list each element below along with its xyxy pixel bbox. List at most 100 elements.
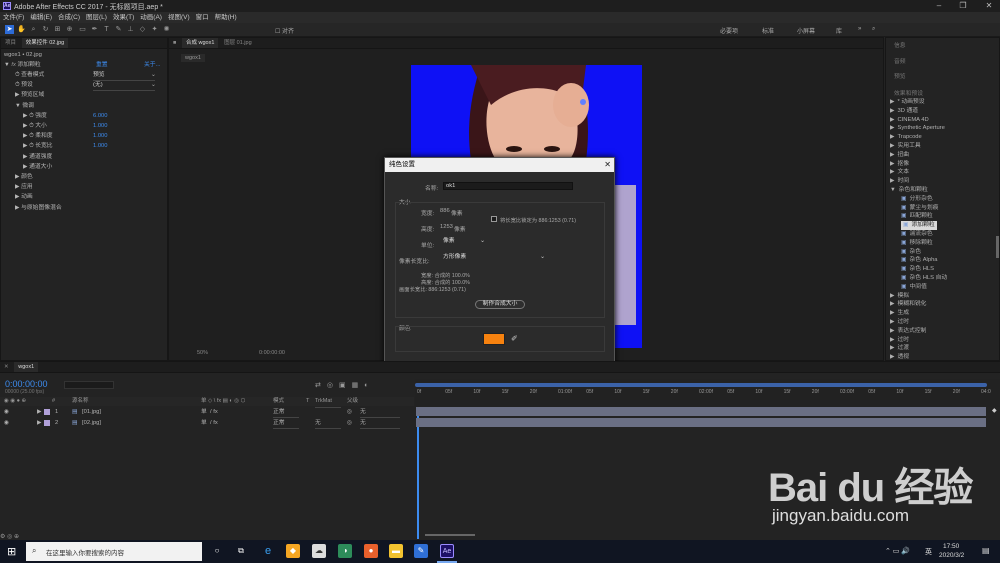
effects-tree-item[interactable]: ▣ 杂色 HLS 自动 (901, 274, 947, 283)
pen-tool-icon[interactable]: ✒ (90, 25, 99, 34)
file-explorer-icon[interactable]: ▬ (389, 544, 403, 558)
work-area-bar[interactable] (415, 383, 987, 387)
close-icon[interactable]: ✕ (0, 362, 13, 372)
effect-row[interactable]: ▶ 与原始图像混合 (1, 204, 166, 213)
workspace-standard[interactable]: 标准 (762, 26, 774, 35)
expand-icon[interactable]: ▶ (37, 407, 41, 417)
roto-tool-icon[interactable]: ✦ (150, 25, 159, 34)
lock-aspect-checkbox[interactable] (491, 216, 497, 222)
close-icon[interactable]: ✕ (982, 1, 996, 11)
composition-subtab[interactable]: wgox1 (181, 54, 205, 62)
effects-tree-item[interactable]: ▣ 中间值 (901, 283, 927, 292)
workspace-essentials[interactable]: 必要项 (720, 26, 738, 35)
units-select[interactable]: 像素 ⌄ (441, 238, 487, 246)
height-value[interactable]: 1253 (440, 224, 453, 230)
comp-timecode[interactable]: 0:00:00:00 (259, 350, 285, 356)
effect-row-value[interactable]: 6.000 (93, 112, 108, 121)
eyedropper-icon[interactable]: ✐ (511, 334, 518, 343)
after-effects-taskbar-icon[interactable]: Ae (440, 544, 454, 558)
edge-icon[interactable]: e (261, 544, 275, 558)
ime-indicator[interactable]: 英 (925, 547, 932, 557)
effect-row-value[interactable]: 1.000 (93, 142, 108, 151)
effect-row[interactable]: ▶ 通道大小 (1, 163, 166, 172)
effects-tree-item[interactable]: ▶ Trapcode (890, 133, 922, 142)
menu-item[interactable]: 图层(L) (83, 12, 110, 23)
effect-row[interactable]: ⏱ 查看模式 预览 ⌄ (1, 71, 166, 81)
menu-item[interactable]: 文件(F) (0, 12, 27, 23)
chevron-down-icon[interactable]: ⌄ (151, 71, 156, 80)
effects-tree-item[interactable]: ▣ 添加颗粒 (901, 221, 937, 230)
menu-item[interactable]: 合成(C) (55, 12, 83, 23)
layer-bar-2[interactable] (416, 418, 986, 427)
app-icon-grey[interactable]: ☁ (312, 544, 326, 558)
effects-tree-item[interactable]: ▶ 生成 (890, 309, 909, 318)
snap-checkbox[interactable]: ☐ 对齐 (275, 26, 294, 35)
app-icon-blue[interactable]: ✎ (414, 544, 428, 558)
effect-row[interactable]: ▶ 通道强度 (1, 153, 166, 162)
tab-layer[interactable]: 图层 01.jpg (220, 38, 256, 48)
layer-switches-icon[interactable]: 单 / fx (201, 407, 218, 417)
text-tool-icon[interactable]: T (102, 25, 111, 34)
effects-tree-item[interactable]: ▣ 杂色 Alpha (901, 256, 938, 265)
tab-audio[interactable]: 音频 (894, 58, 906, 67)
label-color-swatch[interactable] (44, 409, 50, 415)
layer-name[interactable]: [02.jpg] (82, 418, 101, 428)
menu-item[interactable]: 帮助(H) (212, 12, 240, 23)
blend-mode-select[interactable]: 正常 (273, 418, 299, 429)
timeline-timecode[interactable]: 0:00:00:00 (5, 379, 48, 389)
effects-tree-item[interactable]: ▣ 匹配颗粒 (901, 212, 933, 221)
effects-tree-item[interactable]: ▣ 移除颗粒 (901, 239, 933, 248)
parent-select[interactable]: 无 (360, 407, 400, 418)
time-ruler[interactable]: 0f 05f 10f 15f 20f 01:00f 05f 10f 15f 20f 02:00f 05… (415, 379, 1000, 407)
effects-tree-item[interactable]: ▼ 杂色和颗粒 (890, 186, 928, 195)
hand-tool-icon[interactable]: ✋ (17, 25, 26, 34)
effects-tree-item[interactable]: ▶ * 动画预设 (890, 98, 925, 107)
effect-row[interactable]: ▶ 应用 (1, 183, 166, 192)
tab-info[interactable]: 信息 (894, 42, 906, 51)
effect-row[interactable]: ▶ 颜色 (1, 173, 166, 182)
table-row[interactable]: ◉ ▶ 1 ▤ [01.jpg] 单 / fx 正常 ◎ 无 (0, 407, 414, 418)
task-view-icon[interactable]: ⧉ (234, 544, 248, 558)
reset-link[interactable]: 重置 (96, 61, 108, 70)
effects-tree-item[interactable]: ▶ 扭曲 (890, 151, 909, 160)
effect-row[interactable]: ⏱ 预设 (无) ⌄ (1, 81, 166, 92)
menu-item[interactable]: 编辑(E) (27, 12, 55, 23)
search-help-icon[interactable]: ⌕ (872, 26, 875, 33)
name-input[interactable]: ok1 (443, 182, 573, 190)
effect-row[interactable]: ▶ ⏱ 长宽比 1.000 (1, 142, 166, 151)
effects-tree-item[interactable]: ▶ 实用工具 (890, 142, 921, 151)
stopwatch-icon[interactable]: ▶ ⏱ (23, 113, 35, 119)
effects-tree-item[interactable]: ▣ 杂色 (901, 248, 921, 257)
menu-item[interactable]: 动画(A) (137, 12, 165, 23)
layer-switches-icon[interactable]: 单 / fx (201, 418, 218, 428)
effects-tree-item[interactable]: ▶ 时间 (890, 177, 909, 186)
layer-bar-1[interactable] (416, 407, 986, 416)
effects-tree-item[interactable]: ▶ 模糊和锐化 (890, 300, 926, 309)
tab-effect-controls[interactable]: 效果控件 02.jpg (21, 38, 69, 48)
puppet-tool-icon[interactable]: ✺ (162, 25, 171, 34)
effects-tree-item[interactable]: ▣ 湍流杂色 (901, 230, 933, 239)
pixel-aspect-select[interactable]: 方形像素 ⌄ (441, 254, 547, 262)
effects-tree-item[interactable]: ▶ 透视 (890, 353, 909, 360)
effect-row[interactable]: ▶ ⏱ 大小 1.000 (1, 122, 166, 131)
tab-composition[interactable]: 合成 wgox1 (182, 38, 219, 48)
scrollbar-thumb[interactable] (996, 236, 999, 258)
effects-tree-item[interactable]: ▣ 蒙尘与划痕 (901, 204, 938, 213)
expand-icon[interactable]: ▶ (37, 418, 41, 428)
brush-tool-icon[interactable]: ✎ (114, 25, 123, 34)
menu-item[interactable]: 窗口 (193, 12, 212, 23)
app-icon-orange[interactable]: ◆ (286, 544, 300, 558)
panel-menu-icon[interactable]: ■ (169, 38, 180, 48)
selection-tool-icon[interactable]: ➤ (5, 25, 14, 34)
effect-row[interactable]: ▶ ⏱ 强度 6.000 (1, 112, 166, 121)
eye-icon[interactable]: ◉ (4, 418, 9, 428)
clock-date[interactable]: 2020/3/2 (939, 552, 964, 559)
effects-tree-item[interactable]: ▶ Synthetic Aperture (890, 124, 945, 133)
menu-item[interactable]: 视图(V) (165, 12, 193, 23)
effect-row-value[interactable]: 1.000 (93, 122, 108, 131)
effects-tree-item[interactable]: ▶ CINEMA 4D (890, 116, 929, 125)
tab-project[interactable]: 项目 (1, 38, 20, 48)
pan-behind-tool-icon[interactable]: ⊕ (65, 25, 74, 34)
trkmat-select[interactable]: 无 (315, 418, 341, 429)
notifications-icon[interactable]: ▤ (982, 546, 990, 555)
